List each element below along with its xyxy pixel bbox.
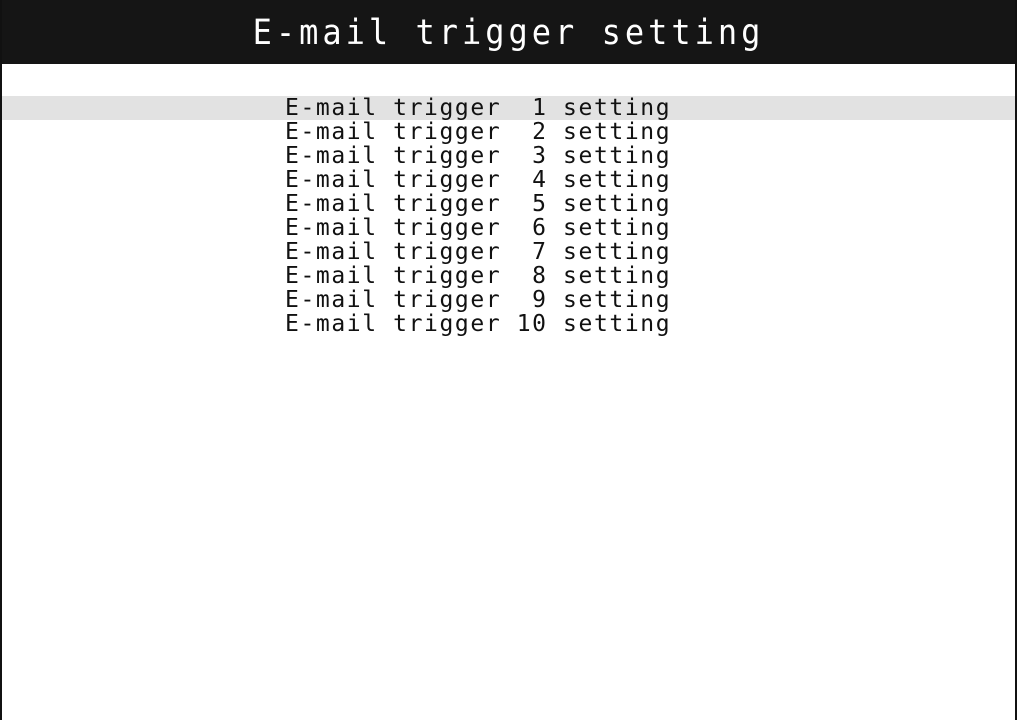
menu-item-trigger-5[interactable]: E-mail trigger 5 setting	[2, 192, 1015, 216]
menu-item-trigger-1[interactable]: E-mail trigger 1 setting	[2, 96, 1015, 120]
menu-item-trigger-2[interactable]: E-mail trigger 2 setting	[2, 120, 1015, 144]
trigger-menu: E-mail trigger 1 setting E-mail trigger …	[2, 96, 1015, 336]
menu-item-trigger-10[interactable]: E-mail trigger 10 setting	[2, 312, 1015, 336]
email-trigger-setting-screen: E-mail trigger setting E-mail trigger 1 …	[0, 0, 1017, 720]
menu-item-label: E-mail trigger 10 setting	[285, 311, 672, 337]
menu-item-trigger-4[interactable]: E-mail trigger 4 setting	[2, 168, 1015, 192]
menu-item-trigger-3[interactable]: E-mail trigger 3 setting	[2, 144, 1015, 168]
menu-item-label: E-mail trigger 7 setting	[285, 239, 672, 265]
menu-item-label: E-mail trigger 1 setting	[285, 95, 672, 121]
menu-item-label: E-mail trigger 8 setting	[285, 263, 672, 289]
page-title: E-mail trigger setting	[252, 11, 765, 53]
menu-item-label: E-mail trigger 6 setting	[285, 215, 672, 241]
title-bar: E-mail trigger setting	[2, 0, 1015, 64]
menu-item-trigger-6[interactable]: E-mail trigger 6 setting	[2, 216, 1015, 240]
menu-item-trigger-8[interactable]: E-mail trigger 8 setting	[2, 264, 1015, 288]
menu-item-label: E-mail trigger 9 setting	[285, 287, 672, 313]
menu-item-label: E-mail trigger 4 setting	[285, 167, 672, 193]
menu-item-trigger-7[interactable]: E-mail trigger 7 setting	[2, 240, 1015, 264]
menu-item-label: E-mail trigger 3 setting	[285, 143, 672, 169]
menu-item-label: E-mail trigger 5 setting	[285, 191, 672, 217]
menu-item-label: E-mail trigger 2 setting	[285, 119, 672, 145]
menu-item-trigger-9[interactable]: E-mail trigger 9 setting	[2, 288, 1015, 312]
